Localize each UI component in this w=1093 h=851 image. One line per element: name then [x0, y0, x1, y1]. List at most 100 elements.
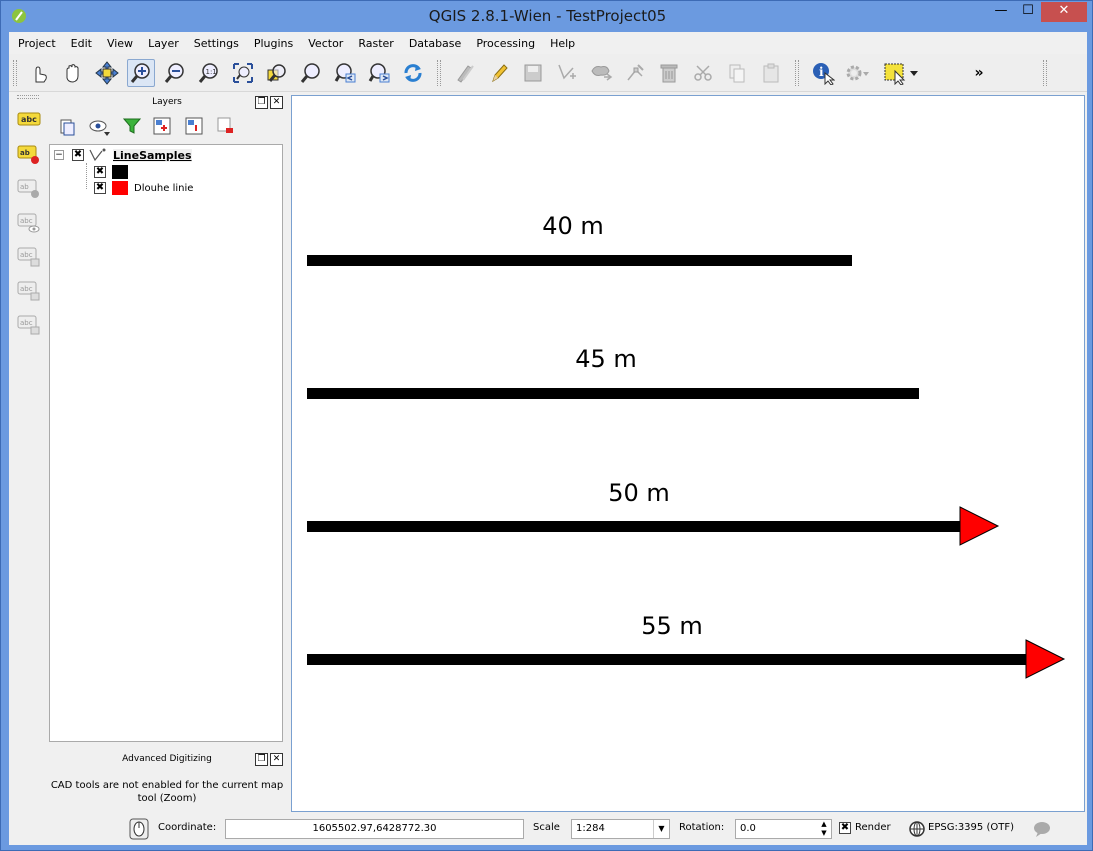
pan-hand-icon[interactable] — [59, 59, 87, 87]
panel-close-button[interactable]: ✕ — [270, 753, 283, 766]
crs-globe-icon[interactable] — [909, 821, 925, 837]
layer-name[interactable]: LineSamples — [113, 148, 192, 162]
map-line — [307, 255, 852, 266]
save-edits-icon[interactable] — [519, 59, 547, 87]
toolbar-grip[interactable] — [437, 60, 441, 86]
coordinate-field[interactable]: 1605502.97,6428772.30 — [225, 819, 524, 839]
advanced-digitizing-header: Advanced Digitizing — [49, 751, 285, 767]
map-arrow-head — [1025, 639, 1066, 679]
menu-layer[interactable]: Layer — [139, 37, 185, 50]
pin-labels-icon[interactable]: ab — [17, 144, 41, 166]
menu-help[interactable]: Help — [541, 37, 581, 50]
svg-text:abc: abc — [20, 285, 33, 293]
add-feature-icon[interactable] — [553, 59, 581, 87]
zoom-in-icon[interactable] — [127, 59, 155, 87]
menu-database[interactable]: Database — [400, 37, 468, 50]
menu-raster[interactable]: Raster — [349, 37, 399, 50]
legend-class-0[interactable]: ✖ — [94, 164, 134, 180]
legend-class-1[interactable]: ✖ Dlouhe linie — [94, 180, 193, 196]
minimize-button[interactable]: — — [988, 2, 1014, 22]
panel-float-button[interactable]: ❐ — [255, 753, 268, 766]
layer-tree-item-linesamples[interactable]: − ✖ LineSamples — [54, 147, 192, 163]
messages-bubble-icon[interactable] — [1033, 821, 1051, 837]
menu-view[interactable]: View — [98, 37, 139, 50]
spin-up-icon[interactable]: ▲ — [817, 820, 831, 829]
map-line — [307, 521, 963, 532]
chevron-down-icon[interactable]: ▼ — [653, 820, 669, 838]
zoom-to-layer-icon[interactable] — [263, 59, 291, 87]
pan-to-selection-icon[interactable] — [93, 59, 121, 87]
scale-label: Scale — [533, 822, 560, 833]
svg-text:ab: ab — [20, 149, 30, 157]
close-button[interactable]: ✕ — [1041, 2, 1087, 22]
add-group-icon[interactable] — [57, 117, 77, 137]
menu-processing[interactable]: Processing — [467, 37, 541, 50]
toolbar-grip[interactable] — [13, 60, 17, 86]
toolbar-grip[interactable] — [17, 95, 39, 99]
line-layer-icon — [89, 148, 106, 162]
remove-layer-icon[interactable] — [217, 117, 235, 135]
layer-labeling-icon[interactable]: abc — [17, 110, 41, 128]
action-gear-icon[interactable] — [843, 59, 871, 87]
collapse-all-icon[interactable] — [185, 117, 203, 135]
maximize-button[interactable]: ☐ — [1015, 2, 1041, 22]
toolbar-grip[interactable] — [1043, 60, 1047, 86]
manage-visibility-eye-icon[interactable] — [89, 117, 111, 137]
zoom-last-icon[interactable] — [331, 59, 359, 87]
move-label-icon[interactable]: abc — [17, 246, 41, 268]
expand-all-icon[interactable] — [153, 117, 171, 135]
filter-legend-icon[interactable] — [123, 117, 141, 135]
map-feature-line: 55 m — [307, 612, 1066, 679]
zoom-to-selection-icon[interactable] — [297, 59, 325, 87]
map-feature-line: 40 m — [307, 212, 852, 266]
class-visibility-checkbox[interactable]: ✖ — [94, 166, 106, 178]
crs-status[interactable]: EPSG:3395 (OTF) — [928, 822, 1014, 833]
panel-float-button[interactable]: ❐ — [255, 96, 268, 109]
collapse-toggle-icon[interactable]: − — [54, 150, 64, 160]
layer-visibility-checkbox[interactable]: ✖ — [72, 149, 84, 161]
toggle-extents-mouse-icon[interactable] — [129, 818, 149, 840]
scale-combobox[interactable]: 1:284 ▼ — [571, 819, 670, 839]
menu-project[interactable]: Project — [9, 37, 62, 50]
toolbar-grip[interactable] — [795, 60, 799, 86]
svg-text:i: i — [819, 65, 824, 79]
current-edits-icon[interactable] — [451, 59, 479, 87]
spin-down-icon[interactable]: ▼ — [817, 829, 831, 838]
zoom-out-icon[interactable] — [161, 59, 189, 87]
highlight-pinned-labels-icon[interactable]: ab — [17, 178, 41, 200]
map-feature-line: 50 m — [307, 479, 1000, 546]
menu-edit[interactable]: Edit — [62, 37, 98, 50]
layer-tree: − ✖ LineSamples ✖ ✖ Dlouhe linie — [49, 144, 283, 742]
node-tool-icon[interactable] — [621, 59, 649, 87]
menu-vector[interactable]: Vector — [299, 37, 349, 50]
copy-features-icon[interactable] — [723, 59, 751, 87]
main-window-client: Project Edit View Layer Settings Plugins… — [9, 32, 1087, 845]
toolbar-overflow-button[interactable]: » — [965, 59, 993, 87]
refresh-icon[interactable] — [399, 59, 427, 87]
rotate-label-icon[interactable]: abc — [17, 280, 41, 302]
map-canvas[interactable]: 40 m 45 m 50 m 55 m — [291, 95, 1085, 812]
zoom-native-resolution-icon[interactable]: 1:1 — [195, 59, 223, 87]
title-bar: QGIS 2.8.1-Wien - TestProject05 — ☐ ✕ — [1, 1, 1093, 32]
zoom-next-icon[interactable] — [365, 59, 393, 87]
menu-settings[interactable]: Settings — [185, 37, 245, 50]
rotation-spinbox[interactable]: 0.0 ▲ ▼ — [735, 819, 832, 839]
select-features-icon[interactable] — [881, 59, 923, 87]
layers-panel-header: Layers — [49, 94, 285, 110]
touch-zoom-icon[interactable] — [25, 59, 53, 87]
cut-features-scissors-icon[interactable] — [689, 59, 717, 87]
show-hide-labels-icon[interactable]: abc — [17, 212, 41, 234]
map-render: 40 m 45 m 50 m 55 m — [307, 212, 1066, 679]
delete-selected-trash-icon[interactable] — [655, 59, 683, 87]
paste-features-icon[interactable] — [757, 59, 785, 87]
render-checkbox[interactable]: ✖ — [839, 822, 851, 834]
move-feature-icon[interactable] — [587, 59, 615, 87]
zoom-full-icon[interactable] — [229, 59, 257, 87]
class-visibility-checkbox[interactable]: ✖ — [94, 182, 106, 194]
svg-text:abc: abc — [20, 217, 33, 225]
change-label-icon[interactable]: abc — [17, 314, 41, 336]
toggle-editing-pencil-icon[interactable] — [485, 59, 513, 87]
menu-plugins[interactable]: Plugins — [245, 37, 299, 50]
identify-features-icon[interactable]: i — [809, 59, 837, 87]
panel-close-button[interactable]: ✕ — [270, 96, 283, 109]
